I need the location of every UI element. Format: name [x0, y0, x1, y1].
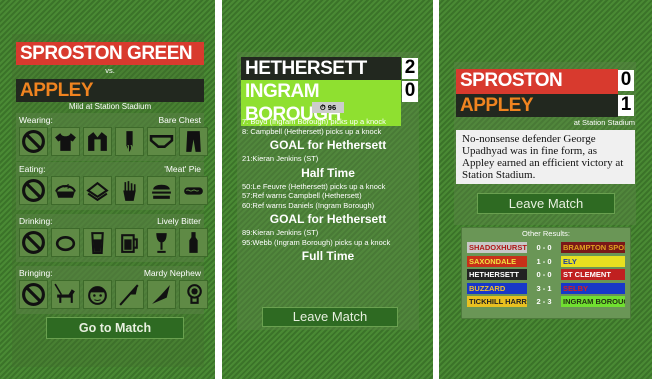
- away-team-name: APPLEY: [16, 79, 204, 102]
- home-team-name: HETHERSETT: [241, 57, 401, 80]
- wine-glass-icon[interactable]: [147, 228, 176, 257]
- home-team-name: SPROSTON GREEN: [16, 42, 204, 65]
- no-icon[interactable]: [19, 280, 48, 309]
- go-to-match-button[interactable]: Go to Match: [46, 317, 184, 339]
- briefs-icon[interactable]: [147, 127, 176, 156]
- fries-icon[interactable]: [115, 176, 144, 205]
- home-team: TICKHILL HARRIERS: [467, 296, 527, 307]
- home-team: SAXONDALE: [467, 255, 527, 267]
- match-screen: HETHERSETT 2 INGRAM BOROUGH 0 ⏱ 96 7: Bo…: [222, 0, 433, 379]
- away-team: ELY: [561, 255, 625, 267]
- home-score: 0: [618, 70, 634, 91]
- section-label: Eating:: [19, 164, 46, 174]
- section-label: Drinking:: [19, 216, 53, 226]
- home-team: BUZZARD: [467, 282, 527, 294]
- result-row: BUZZARD 3 - 1 SELBY: [467, 282, 625, 295]
- away-score: 0: [402, 81, 418, 102]
- dog-icon[interactable]: [51, 280, 80, 309]
- vs-label: vs.: [105, 66, 115, 75]
- event-line: 60:Ref warns Daniels (Ingram Borough): [242, 200, 375, 210]
- result-score: 0 - 0: [536, 270, 552, 279]
- section-wearing: Wearing: Bare Chest: [16, 113, 208, 161]
- event-line: 7: Boyd (Ingram Borough) picks up a knoc…: [242, 117, 386, 126]
- match-clock: ⏱ 96: [312, 102, 344, 113]
- scarf-icon[interactable]: [115, 127, 144, 156]
- result-row: HETHERSETT 0 - 0 ST CLEMENT: [467, 269, 625, 281]
- section-label: Bringing:: [19, 268, 53, 278]
- kid-face-icon[interactable]: [83, 280, 112, 309]
- no-icon[interactable]: [19, 127, 48, 156]
- burger-icon[interactable]: [147, 176, 176, 205]
- trousers-icon[interactable]: [179, 127, 208, 156]
- clock-value: 96: [327, 103, 337, 112]
- soup-icon[interactable]: [51, 228, 80, 257]
- result-row: SAXONDALE 1 - 0 ELY: [467, 255, 625, 268]
- section-choice: Mardy Nephew: [143, 268, 201, 278]
- event-log[interactable]: 7: Boyd (Ingram Borough) picks up a knoc…: [239, 117, 417, 265]
- result-score: 3 - 1: [536, 283, 552, 293]
- shirt-icon[interactable]: [51, 127, 80, 156]
- section-choice: 'Meat' Pie: [164, 164, 201, 174]
- away-team-name: APPLEY: [456, 94, 618, 117]
- result-score: 0 - 0: [536, 243, 552, 252]
- no-icon[interactable]: [19, 228, 48, 257]
- home-team: SHADOXHURST: [467, 242, 527, 253]
- other-results-title: Other Results:: [522, 229, 570, 238]
- bottle-icon[interactable]: [179, 228, 208, 257]
- full-time-screen: SPROSTON GREEN 0 APPLEY 1 at Station Sta…: [439, 0, 652, 379]
- sandwich-icon[interactable]: [83, 176, 112, 205]
- venue-label: at Station Stadium: [573, 118, 635, 127]
- event-headline: GOAL for Hethersett: [269, 212, 387, 226]
- event-line: 57:Ref warns Campbell (Hethersett): [242, 191, 362, 200]
- stopwatch-icon: ⏱: [319, 103, 326, 112]
- event-headline: Full Time: [301, 249, 355, 263]
- event-line: 89:Kieran Jenkins (ST): [242, 228, 319, 237]
- section-label: Wearing:: [19, 115, 53, 125]
- away-team: INGRAM BOROUGH: [561, 296, 625, 307]
- result-row: TICKHILL HARRIERS 2 - 3 INGRAM BOROUGH: [467, 296, 625, 308]
- section-choice: Lively Bitter: [157, 216, 201, 226]
- event-headline: Half Time: [301, 165, 355, 180]
- event-headline: GOAL for Hethersett: [269, 138, 387, 152]
- home-team: HETHERSETT: [467, 269, 527, 280]
- away-team: SELBY: [561, 282, 625, 294]
- lager-glass-icon[interactable]: [83, 228, 112, 257]
- away-score: 1: [618, 95, 634, 116]
- pre-match-screen: SPROSTON GREEN vs. APPLEY Mild at Statio…: [0, 0, 215, 379]
- leave-match-button[interactable]: Leave Match: [262, 307, 398, 327]
- horn-icon[interactable]: [147, 280, 176, 309]
- event-line: 8: Campbell (Hethersett) picks up a knoc…: [242, 126, 382, 136]
- section-drinking: Drinking: Lively Bitter: [16, 214, 208, 262]
- result-score: 1 - 0: [536, 256, 552, 266]
- away-team: BRAMPTON SPORTS: [561, 242, 625, 253]
- match-report: No-nonsense defender George Upadhyad was…: [456, 130, 635, 184]
- section-bringing: Bringing: Mardy Nephew: [16, 266, 208, 314]
- away-team: ST CLEMENT: [561, 269, 625, 280]
- jacket-icon[interactable]: [83, 127, 112, 156]
- section-choice: Bare Chest: [158, 115, 201, 125]
- weather-location: Mild at Station Stadium: [68, 102, 152, 111]
- event-line: 21:Kieran Jenkins (ST): [242, 154, 319, 163]
- section-eating: Eating: 'Meat' Pie: [16, 162, 208, 210]
- home-score: 2: [402, 58, 418, 79]
- no-icon[interactable]: [19, 176, 48, 205]
- result-row: SHADOXHURST 0 - 0 BRAMPTON SPORTS: [467, 242, 625, 254]
- result-score: 2 - 3: [536, 297, 552, 306]
- event-line: 50:Le Feuvre (Hethersett) picks up a kno…: [242, 181, 386, 191]
- flag-icon[interactable]: [115, 280, 144, 309]
- hotdog-icon[interactable]: [179, 176, 208, 205]
- leave-match-button[interactable]: Leave Match: [477, 193, 615, 214]
- pie-icon[interactable]: [51, 176, 80, 205]
- event-line: 95:Webb (Ingram Borough) picks up a knoc…: [242, 237, 391, 247]
- beer-mug-icon[interactable]: [115, 228, 144, 257]
- tuba-icon[interactable]: [179, 280, 208, 309]
